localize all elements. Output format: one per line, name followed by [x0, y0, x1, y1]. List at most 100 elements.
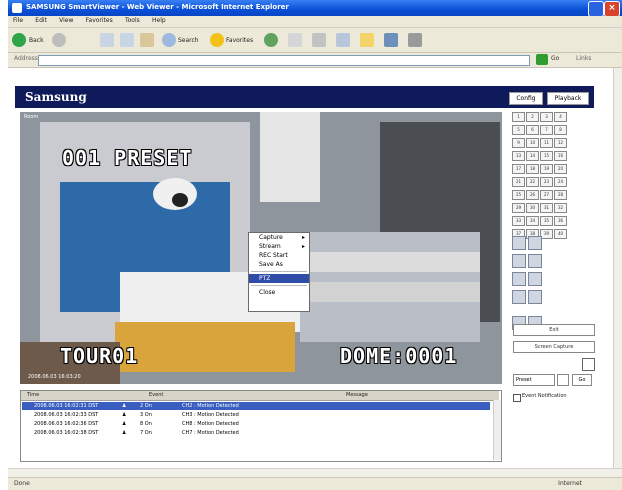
- zoom-in-button[interactable]: [512, 290, 526, 304]
- header-message[interactable]: Message: [346, 392, 368, 398]
- event-log-table: Time Event Message 2008.06.03 16:02:31 D…: [20, 390, 502, 462]
- channel-button[interactable]: 21: [512, 177, 525, 187]
- channel-button[interactable]: 13: [512, 151, 525, 161]
- ptz-down-button[interactable]: [528, 272, 542, 286]
- messenger-button[interactable]: [384, 32, 398, 48]
- config-button[interactable]: Config: [509, 92, 543, 105]
- channel-button[interactable]: 33: [512, 216, 525, 226]
- menu-view[interactable]: View: [54, 16, 78, 25]
- channel-button[interactable]: 18: [526, 164, 539, 174]
- table-row[interactable]: 2008.06.03 16:02:38 DST ♟ 7 On CH7 : Mot…: [22, 429, 490, 437]
- channel-button[interactable]: 35: [540, 216, 553, 226]
- brand-logo: Samsung: [25, 90, 87, 104]
- menu-item-save-as[interactable]: Save As: [249, 260, 309, 269]
- channel-button[interactable]: 31: [540, 203, 553, 213]
- channel-button[interactable]: 30: [526, 203, 539, 213]
- ptz-left-button[interactable]: [512, 254, 526, 268]
- table-row[interactable]: 2008.06.03 16:02:31 DST ♟ 2 On CH2 : Mot…: [22, 402, 490, 410]
- channel-button[interactable]: 14: [526, 151, 539, 161]
- channel-button[interactable]: 29: [512, 203, 525, 213]
- history-button[interactable]: [264, 32, 278, 48]
- ptz-right-button[interactable]: [528, 254, 542, 268]
- back-button[interactable]: Back: [12, 32, 44, 48]
- playback-button[interactable]: Playback: [547, 92, 589, 105]
- event-notification-checkbox[interactable]: [513, 394, 521, 402]
- channel-button[interactable]: 16: [554, 151, 567, 161]
- menu-help[interactable]: Help: [147, 16, 171, 25]
- maximize-button[interactable]: [588, 1, 604, 17]
- preset-number-input[interactable]: [557, 374, 569, 386]
- channel-button[interactable]: 22: [526, 177, 539, 187]
- vertical-scrollbar[interactable]: [613, 68, 622, 468]
- channel-button[interactable]: 3: [540, 112, 553, 122]
- channel-button[interactable]: 4: [554, 112, 567, 122]
- channel-button[interactable]: 10: [526, 138, 539, 148]
- exit-button[interactable]: Exit: [513, 324, 595, 336]
- stop-button[interactable]: [100, 32, 114, 48]
- channel-button[interactable]: 5: [512, 125, 525, 135]
- channel-button[interactable]: 28: [554, 190, 567, 200]
- channel-button[interactable]: 24: [554, 177, 567, 187]
- channel-button[interactable]: 23: [540, 177, 553, 187]
- channel-button[interactable]: 17: [512, 164, 525, 174]
- address-input[interactable]: [38, 55, 530, 66]
- ptz-up-left-button[interactable]: [512, 236, 526, 250]
- channel-button[interactable]: 36: [554, 216, 567, 226]
- close-button[interactable]: ×: [604, 1, 620, 17]
- home-button[interactable]: [140, 32, 154, 48]
- channel-button[interactable]: 6: [526, 125, 539, 135]
- preset-select[interactable]: Preset: [513, 374, 555, 386]
- mail-button[interactable]: [288, 32, 302, 48]
- go-button[interactable]: [536, 54, 548, 65]
- person-icon: ♟: [122, 430, 127, 436]
- research-button[interactable]: [408, 32, 422, 48]
- print-button[interactable]: [312, 32, 326, 48]
- zoom-out-button[interactable]: [528, 290, 542, 304]
- event-log-scrollbar[interactable]: [493, 400, 501, 460]
- ptz-up-button[interactable]: [528, 236, 542, 250]
- preset-go-button[interactable]: Go: [572, 374, 592, 386]
- channel-button[interactable]: 8: [554, 125, 567, 135]
- favorites-button[interactable]: Favorites: [210, 32, 253, 48]
- forward-button[interactable]: [52, 32, 66, 48]
- channel-button[interactable]: 12: [554, 138, 567, 148]
- channel-button[interactable]: 19: [540, 164, 553, 174]
- menu-item-stream[interactable]: Stream ▸: [249, 242, 309, 251]
- folder-button[interactable]: [360, 32, 374, 48]
- menu-favorites[interactable]: Favorites: [81, 16, 118, 25]
- header-event[interactable]: Event: [149, 392, 163, 398]
- table-row[interactable]: 2008.06.03 16:02:36 DST ♟ 8 On CH8 : Mot…: [22, 420, 490, 428]
- channel-button[interactable]: 7: [540, 125, 553, 135]
- edit-icon[interactable]: [582, 358, 595, 371]
- channel-button[interactable]: 40: [554, 229, 567, 239]
- menu-item-capture[interactable]: Capture ▸: [249, 233, 309, 242]
- channel-button[interactable]: 34: [526, 216, 539, 226]
- refresh-button[interactable]: [120, 32, 134, 48]
- menu-edit[interactable]: Edit: [30, 16, 52, 25]
- header-time[interactable]: Time: [27, 392, 39, 398]
- links-label[interactable]: Links: [576, 55, 591, 62]
- channel-button[interactable]: 26: [526, 190, 539, 200]
- table-row[interactable]: 2008.06.03 16:02:33 DST ♟ 3 On CH3 : Mot…: [22, 411, 490, 419]
- ie-icon: [12, 3, 22, 13]
- menu-item-close[interactable]: Close: [249, 288, 309, 297]
- horizontal-scrollbar[interactable]: [8, 468, 622, 477]
- ptz-down-left-button[interactable]: [512, 272, 526, 286]
- channel-button[interactable]: 15: [540, 151, 553, 161]
- channel-button[interactable]: 11: [540, 138, 553, 148]
- channel-button[interactable]: 1: [512, 112, 525, 122]
- channel-button[interactable]: 27: [540, 190, 553, 200]
- channel-button[interactable]: 25: [512, 190, 525, 200]
- menu-file[interactable]: File: [8, 16, 28, 25]
- channel-button[interactable]: 32: [554, 203, 567, 213]
- status-text: Done: [14, 480, 30, 487]
- channel-button[interactable]: 9: [512, 138, 525, 148]
- menu-item-rec-start[interactable]: REC Start: [249, 251, 309, 260]
- menu-tools[interactable]: Tools: [120, 16, 145, 25]
- channel-button[interactable]: 20: [554, 164, 567, 174]
- menu-item-ptz[interactable]: PTZ: [249, 274, 309, 283]
- edit-button[interactable]: [336, 32, 350, 48]
- search-button[interactable]: Search: [162, 32, 199, 48]
- channel-button[interactable]: 2: [526, 112, 539, 122]
- screen-capture-button[interactable]: Screen Capture: [513, 341, 595, 353]
